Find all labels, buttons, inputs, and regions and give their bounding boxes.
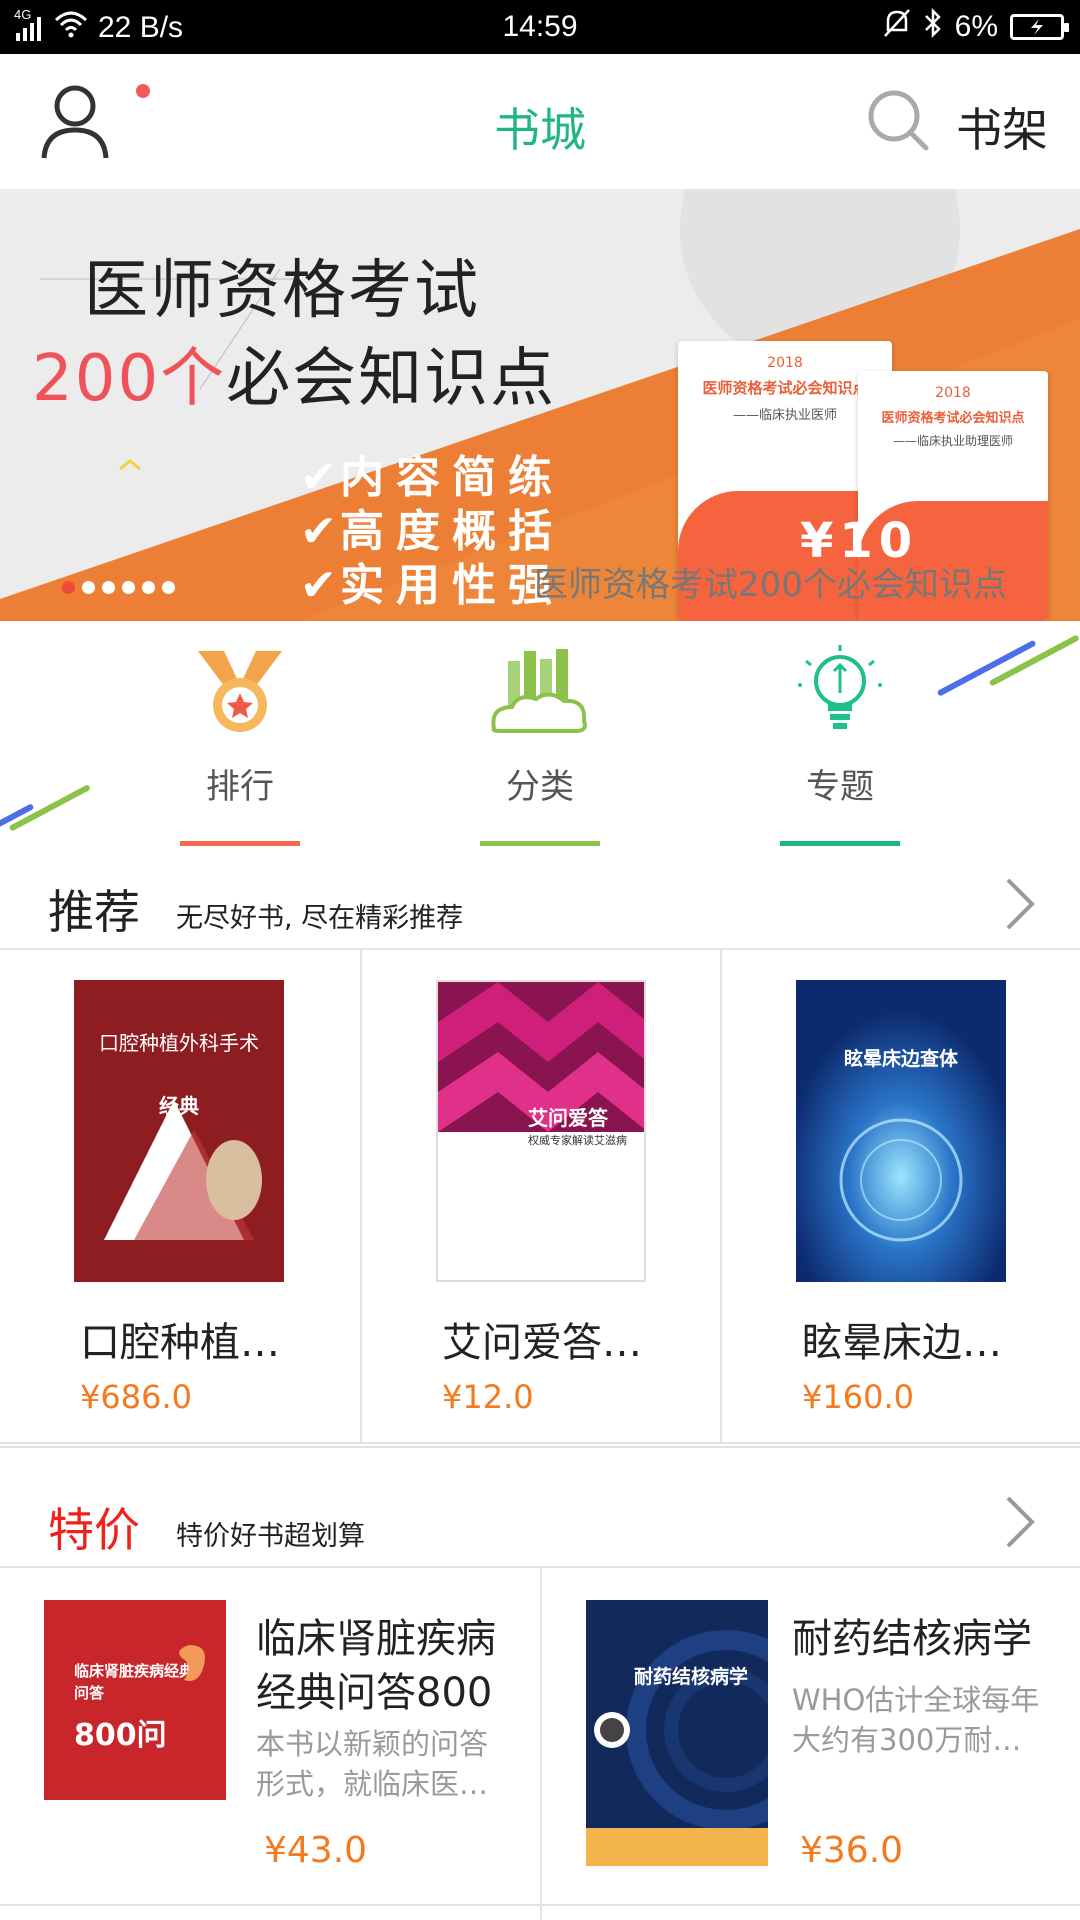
bluetooth-icon — [923, 7, 943, 46]
book-cover: 口腔种植外科手术 经典 — [74, 980, 284, 1282]
special-header[interactable]: 特价 特价好书超划算 — [0, 1484, 1080, 1564]
status-right: 6% — [883, 7, 1069, 46]
battery-icon — [1010, 14, 1069, 40]
divider — [0, 1446, 1080, 1448]
section-subtitle: 特价好书超划算 — [176, 1521, 365, 1552]
section-title: 特价 — [48, 1503, 140, 1557]
category-row: 排行 分类 专题 — [0, 621, 1080, 871]
category-label: 分类 — [506, 767, 574, 807]
category-underline — [780, 841, 900, 846]
book-description: 本书以新颖的问答形式，就临床医… — [256, 1727, 489, 1801]
pager-dot[interactable] — [122, 581, 135, 594]
check-icon: ✔ — [300, 560, 349, 611]
medal-icon — [198, 651, 282, 732]
special-grid: 临床肾脏疾病经典问答 800问 临床肾脏疾病经典问答800 本书以新颖的问答形式… — [0, 1568, 1080, 1920]
category-underline — [480, 841, 600, 846]
book-price: ¥36.0 — [800, 1830, 904, 1871]
book-price: ¥160.0 — [802, 1378, 914, 1416]
book-title: 临床肾脏疾病经典问答800 — [256, 1616, 496, 1716]
pager-dot[interactable] — [162, 581, 175, 594]
banner-title-rest: 必会知识点 — [226, 342, 557, 416]
book-cover: 临床肾脏疾病经典问答 800问 — [44, 1600, 226, 1836]
mute-bell-icon — [883, 8, 911, 46]
banner-title-line1: 医师资格考试 — [84, 254, 480, 328]
divider — [0, 1904, 1080, 1906]
book-card[interactable]: 口腔种植外科手术 经典 口腔种植… ¥686.0 — [0, 950, 360, 1444]
pager-dot[interactable] — [82, 581, 95, 594]
section-title: 推荐 — [48, 885, 140, 939]
pager-dot[interactable] — [142, 581, 155, 594]
book-card[interactable]: 临床肾脏疾病经典问答 800问 临床肾脏疾病经典问答800 本书以新颖的问答形式… — [0, 1568, 540, 1920]
book-price: ¥12.0 — [442, 1378, 534, 1416]
book-title: 眩晕床边… — [802, 1320, 1002, 1366]
cloud-books-icon — [491, 649, 587, 733]
book-price: ¥686.0 — [80, 1378, 192, 1416]
recommend-header[interactable]: 推荐 无尽好书, 尽在精彩推荐 — [0, 866, 1080, 946]
book-title: 艾问爱答… — [442, 1320, 642, 1366]
category-ranking[interactable]: 排行 — [180, 641, 300, 851]
book-card[interactable]: 眩晕床边查体 眩晕床边… ¥160.0 — [720, 950, 1080, 1444]
banner-highlight-number: 200个 — [32, 342, 227, 416]
book-card[interactable]: 艾问爱答 权威专家解读艾滋病 艾问爱答… ¥12.0 — [360, 950, 720, 1444]
battery-percent: 6% — [954, 10, 998, 43]
search-icon — [868, 90, 929, 151]
banner-caption: 医师资格考试200个必会知识点 — [534, 565, 1007, 605]
banner-pager[interactable] — [62, 581, 175, 594]
category-classify[interactable]: 分类 — [480, 641, 600, 851]
search-button[interactable] — [866, 88, 930, 152]
category-label: 专题 — [806, 767, 874, 807]
category-topics[interactable]: 专题 — [780, 641, 900, 851]
book-title: 口腔种植… — [80, 1320, 280, 1366]
pager-dot[interactable] — [102, 581, 115, 594]
category-underline — [180, 841, 300, 846]
book-cover: 眩晕床边查体 — [796, 980, 1006, 1282]
book-description: WHO估计全球每年大约有300万耐… — [792, 1683, 1040, 1757]
top-header: 书城 书架 — [0, 54, 1080, 189]
promo-banner[interactable]: 医师资格考试 200个必会知识点 ✔内容简练 ✔高度概括 ✔实用性强 2018 … — [0, 189, 1080, 621]
book-price: ¥43.0 — [264, 1830, 368, 1871]
lightbulb-icon — [798, 645, 882, 729]
book-cover: 艾问爱答 权威专家解读艾滋病 — [436, 980, 646, 1282]
book-cover: 耐药结核病学 — [586, 1600, 768, 1866]
pager-dot[interactable] — [62, 581, 75, 594]
category-label: 排行 — [206, 767, 274, 807]
bookshelf-button[interactable]: 书架 — [956, 94, 1048, 160]
status-bar: 4G 22 B/s 14:59 6% — [0, 0, 1080, 54]
section-subtitle: 无尽好书, 尽在精彩推荐 — [176, 903, 464, 934]
recommend-grid: 口腔种植外科手术 经典 口腔种植… ¥686.0 艾问爱答 权威专家解读艾滋病 … — [0, 950, 1080, 1444]
book-title: 耐药结核病学 — [792, 1616, 1032, 1662]
chevron-right-icon[interactable] — [1000, 1492, 1040, 1552]
book-card[interactable]: 耐药结核病学 耐药结核病学 WHO估计全球每年大约有300万耐… ¥36.0 — [540, 1568, 1080, 1920]
chevron-right-icon[interactable] — [1000, 874, 1040, 934]
banner-feature-3: ✔实用性强 — [300, 560, 564, 611]
banner-title-line2: 200个必会知识点 — [32, 327, 556, 419]
